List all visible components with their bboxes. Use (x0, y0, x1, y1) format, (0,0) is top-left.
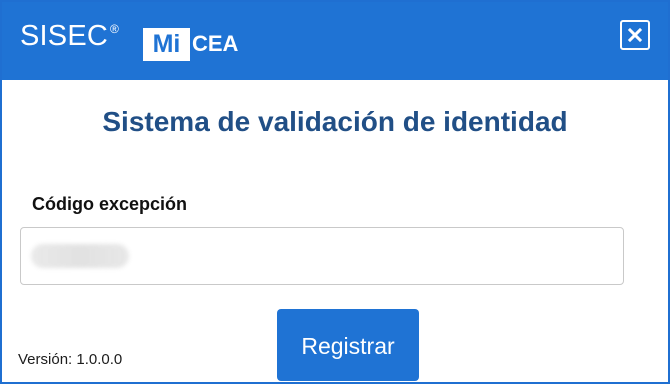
version-label: Versión: 1.0.0.0 (18, 351, 123, 368)
exception-code-input[interactable] (20, 227, 624, 285)
register-button[interactable]: Registrar (277, 309, 419, 381)
exception-code-label: Código excepción (32, 194, 188, 214)
identity-validation-window: SISEC ® Mi CEA Sistema de validación de … (0, 0, 670, 384)
brand-lockup: SISEC ® Mi CEA (20, 20, 238, 61)
redacted-input-value (31, 244, 129, 268)
page-title: Sistema de validación de identidad (102, 106, 568, 137)
window-header: SISEC ® Mi CEA (2, 2, 668, 80)
cea-logo-text: CEA (192, 31, 239, 56)
registered-mark: ® (110, 22, 119, 36)
sisec-logo-text: SISEC (20, 20, 109, 52)
close-button[interactable] (620, 20, 650, 50)
close-icon (627, 27, 643, 43)
mi-logo-box: Mi (143, 28, 190, 61)
